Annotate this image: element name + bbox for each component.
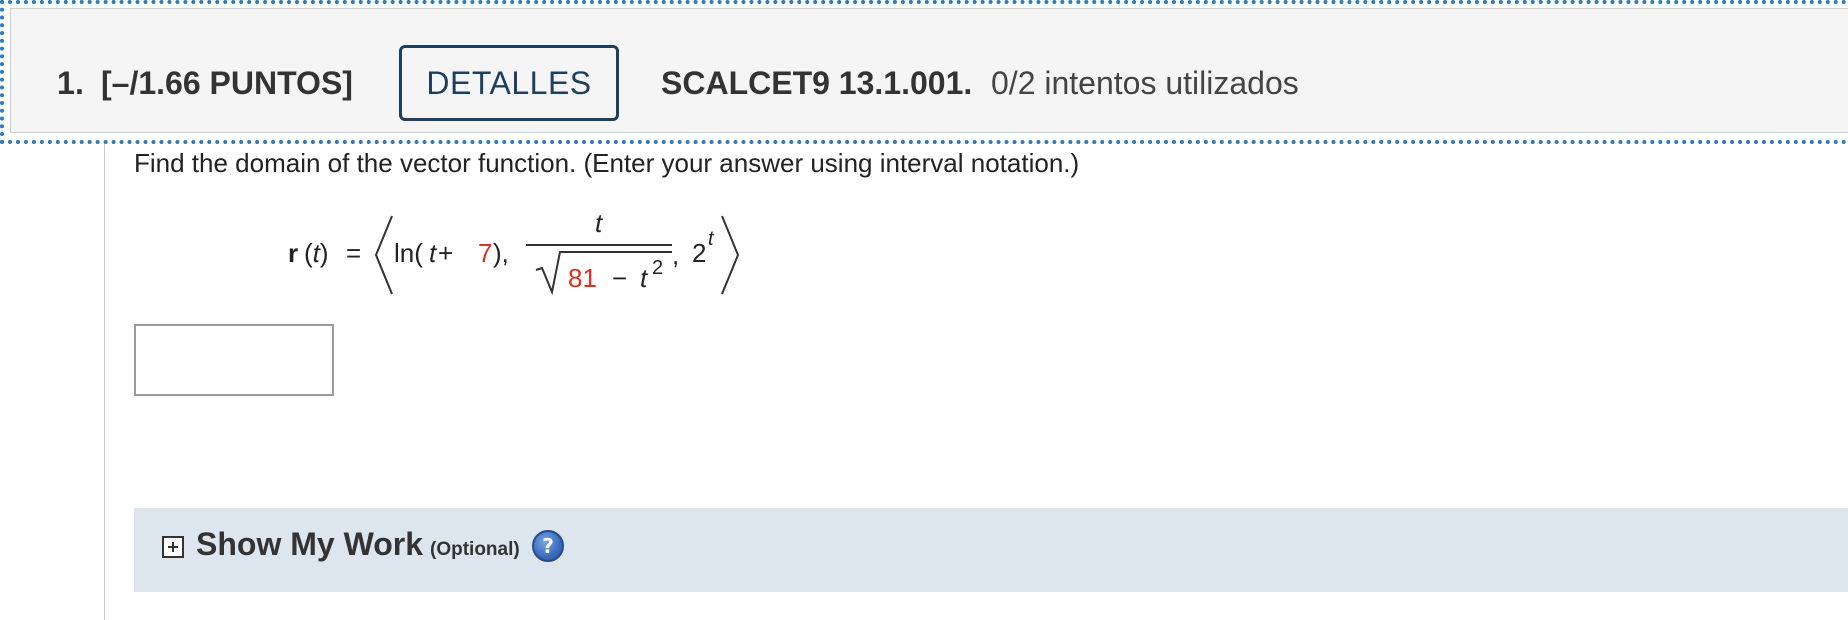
fraction-bar (526, 244, 672, 246)
formula-seven: 7 (478, 238, 493, 268)
formula-comma2: , (672, 240, 680, 270)
formula-lhs-arg: (t) (304, 238, 329, 268)
formula-equals: = (346, 238, 362, 268)
left-angle-bracket-icon (374, 215, 393, 295)
content-left-rule (104, 144, 105, 620)
formula-t2: t (640, 263, 648, 293)
attempts-counter: 0/2 intentos utilizados (991, 65, 1299, 101)
details-button[interactable]: DETALLES (399, 45, 619, 121)
question-code: SCALCET9 13.1.001. (661, 65, 973, 101)
help-icon[interactable]: ? (532, 530, 564, 562)
formula-numerator: t (595, 208, 603, 238)
show-my-work-optional: (Optional) (430, 539, 520, 560)
question-number: 1. (57, 65, 85, 101)
square-root-icon (535, 251, 672, 296)
question-points: [–/1.66 PUNTOS] (101, 65, 353, 101)
formula-ln: ln( (394, 238, 423, 268)
formula-exponent: t (708, 228, 714, 250)
formula-minus: − (612, 263, 628, 293)
formula-close-comma: ), (493, 238, 509, 268)
formula-two: 2 (692, 238, 707, 268)
right-angle-bracket-icon (721, 215, 740, 295)
formula-t1: t (429, 238, 437, 268)
formula-r-bold: r (288, 238, 299, 268)
question-prompt: Find the domain of the vector function. … (134, 148, 1080, 178)
show-my-work-panel: Show My Work (Optional) ? (134, 508, 1848, 592)
answer-input[interactable] (134, 324, 334, 396)
formula-square: 2 (652, 257, 664, 279)
show-my-work-title[interactable]: Show My Work (196, 526, 423, 563)
formula-plus: + (438, 238, 454, 268)
formula-eighty-one: 81 (568, 263, 597, 293)
expand-plus-icon[interactable] (162, 536, 184, 558)
question-header-bar: 1. [–/1.66 PUNTOS] DETALLES SCALCET9 13.… (10, 8, 1848, 133)
